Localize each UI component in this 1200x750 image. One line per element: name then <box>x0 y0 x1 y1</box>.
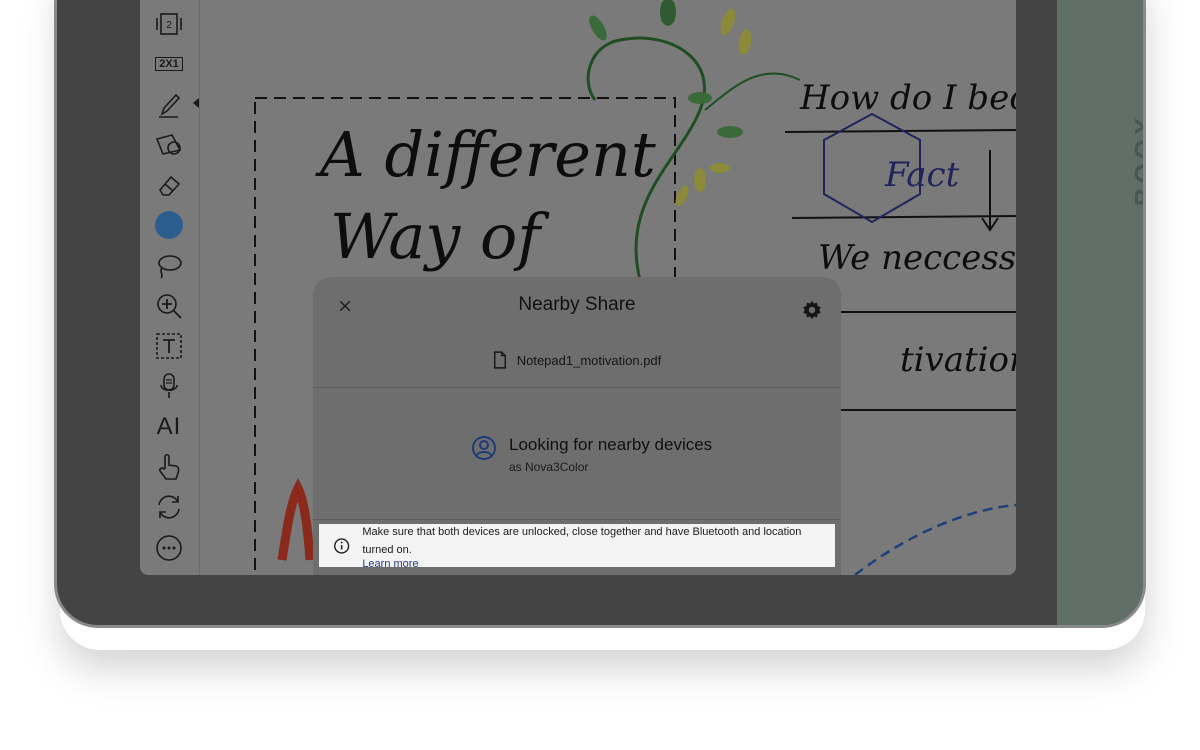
microphone-icon <box>160 373 178 398</box>
handwriting-big-1: A different <box>320 118 656 191</box>
gear-icon <box>803 300 821 320</box>
text-box-icon <box>156 333 182 359</box>
learn-more-link[interactable]: Learn more <box>362 558 835 570</box>
file-icon <box>493 351 506 369</box>
note-toolbar: 2 2X1 AI <box>140 0 200 575</box>
shared-file-row: Notepad1_motivation.pdf <box>313 351 841 369</box>
pen-color-swatch <box>155 211 183 239</box>
info-icon <box>334 537 350 554</box>
handwriting-line-3: tivation <box>900 340 1016 380</box>
color-button[interactable] <box>152 208 186 242</box>
ai-label: AI <box>156 413 182 440</box>
eraser-button[interactable] <box>152 168 186 202</box>
brand-logo: BOOX <box>1129 113 1146 207</box>
account-circle-icon <box>472 436 496 460</box>
handwriting-line-1: How do I become <box>800 78 1016 118</box>
lasso-icon <box>158 255 182 279</box>
sync-button[interactable] <box>152 490 186 524</box>
more-options-icon <box>156 535 182 561</box>
layout-icon: 2 <box>156 13 182 35</box>
divider <box>313 387 841 388</box>
sync-icon <box>158 495 180 519</box>
handwriting-line-2: We neccessarily <box>818 238 1016 278</box>
screen: 2 2X1 AI How do I be Fact We neccess tiv… <box>140 0 1016 575</box>
zoom-button[interactable] <box>152 289 186 323</box>
text-box-button[interactable] <box>152 329 186 363</box>
svg-text:2: 2 <box>166 20 172 31</box>
lasso-button[interactable] <box>152 248 186 282</box>
hand-pointer-icon <box>159 453 180 480</box>
sheet-title: Nearby Share <box>518 294 636 315</box>
pen-active-caret <box>193 98 199 108</box>
more-button[interactable] <box>152 531 186 565</box>
handwriting-fact: Fact <box>885 155 960 195</box>
layout-button[interactable]: 2 <box>152 7 186 41</box>
divider <box>313 519 841 520</box>
handwriting-big-2: Way of <box>330 200 541 273</box>
device-name: as Nova3Color <box>509 460 589 474</box>
pen-icon <box>159 93 181 118</box>
split-view-button[interactable]: 2X1 <box>152 47 186 81</box>
split-view-label: 2X1 <box>155 57 183 71</box>
shape-icon <box>155 134 182 155</box>
device-search-status: Looking for nearby devices as Nova3Color <box>471 435 712 474</box>
searching-title: Looking for nearby devices <box>509 435 713 454</box>
shape-button[interactable] <box>152 128 186 162</box>
zoom-in-icon <box>157 294 182 319</box>
touch-button[interactable] <box>152 450 186 484</box>
info-banner: Make sure that both devices are unlocked… <box>319 524 835 570</box>
file-name: Notepad1_motivation.pdf <box>516 352 662 368</box>
voice-button[interactable] <box>152 369 186 403</box>
ai-button[interactable]: AI <box>152 410 186 444</box>
pen-button[interactable] <box>152 88 186 122</box>
device-side-band <box>1057 0 1143 625</box>
eraser-icon <box>159 175 181 196</box>
settings-button[interactable] <box>801 299 823 321</box>
banner-message: Make sure that both devices are unlocked… <box>362 525 802 556</box>
